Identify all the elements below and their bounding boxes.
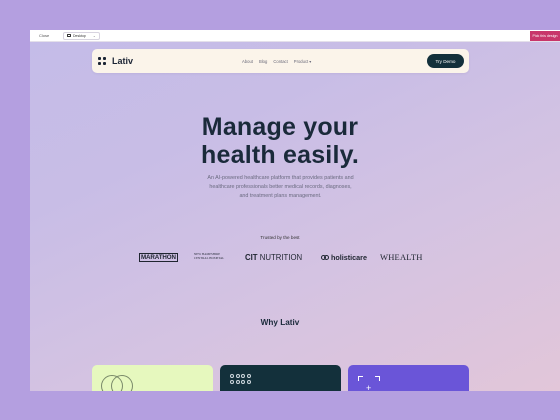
brand[interactable]: Lativ (98, 56, 133, 66)
device-select[interactable]: Desktop ⌄ (63, 31, 100, 40)
nav-link-blog[interactable]: Blog (259, 59, 267, 64)
chevron-down-icon: ⌄ (92, 33, 96, 38)
chevron-down-icon: ▾ (309, 58, 312, 64)
rings-icon (101, 375, 135, 391)
try-demo-button[interactable]: Try Demo (427, 54, 464, 68)
hero-subtitle-line: and treatment plans management. (239, 193, 322, 199)
feature-card: + (348, 365, 469, 391)
nav-link-contact[interactable]: Contact (273, 59, 287, 64)
feature-card (220, 365, 341, 391)
why-section-title: Why Lativ (260, 318, 300, 327)
marathon-logo: MARATHON (139, 252, 178, 262)
holisticare-mark-icon (321, 254, 329, 260)
partner-logos: MARATHON NEW HAMPSHIRE CENTRAL HOSPITAL … (30, 250, 560, 264)
pick-design-button[interactable]: Pick this design (530, 31, 560, 41)
device-label: Desktop (73, 33, 86, 38)
nav-link-about[interactable]: About (242, 59, 253, 64)
nh-central-hospital-logo: NEW HAMPSHIRE CENTRAL HOSPITAL (194, 252, 225, 260)
page-frame: Close Desktop ⌄ Pick this design Lativ A… (30, 30, 560, 391)
hero-title-line: health easily. (201, 141, 359, 169)
nav-links: About Blog Contact Product ▾ (242, 49, 311, 73)
holisticare-logo: holisticare (321, 250, 367, 264)
navbar: Lativ About Blog Contact Product ▾ Try D… (92, 49, 469, 73)
whealth-logo: WHEALTH (380, 252, 423, 262)
trusted-label: Trusted by the best (260, 235, 300, 240)
brand-name: Lativ (112, 56, 134, 66)
hero-title-line: Manage your (201, 113, 359, 141)
editor-toolbar: Close Desktop ⌄ Pick this design (30, 30, 560, 42)
hero-subtitle-line: healthcare professionals better medical … (209, 184, 352, 190)
hero-subtitle-line: An AI-powered healthcare platform that p… (207, 175, 354, 181)
close-button[interactable]: Close (39, 33, 61, 38)
monitor-icon (67, 34, 71, 37)
nav-product-dropdown[interactable]: Product ▾ (294, 59, 312, 64)
brand-logo-icon (98, 57, 106, 65)
cit-nutrition-logo: CIT NUTRITION (245, 252, 303, 262)
feature-card (92, 365, 213, 391)
dot-grid-icon (230, 374, 260, 386)
hero-title: Manage your health easily. (30, 113, 530, 169)
hero-subtitle: An AI-powered healthcare platform that p… (190, 174, 371, 201)
nav-product-label: Product (293, 58, 309, 64)
crosshair-icon: + (358, 376, 380, 391)
